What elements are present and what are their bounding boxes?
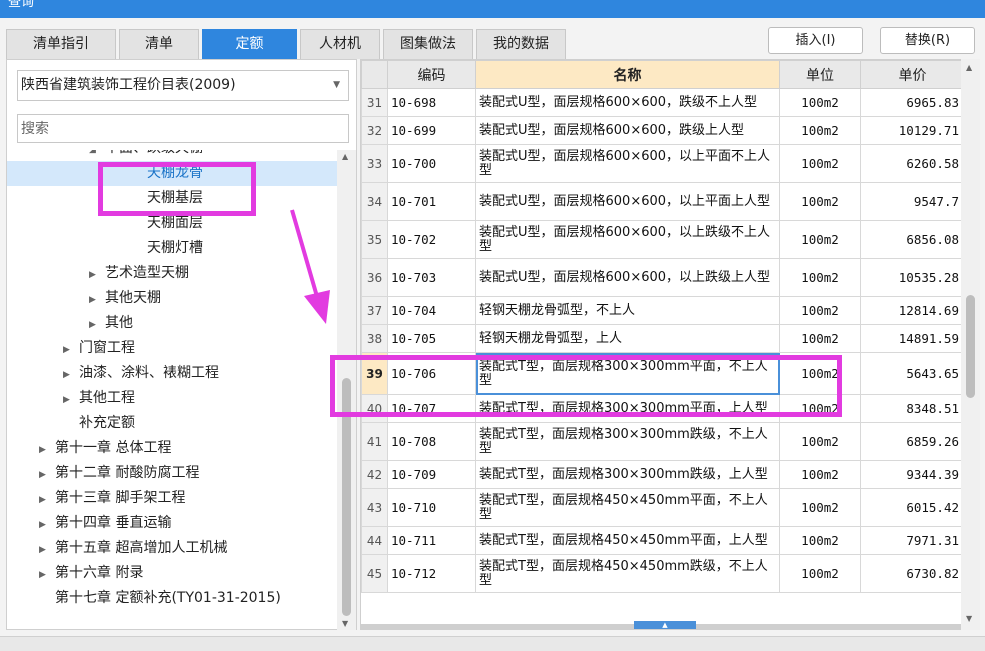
annotation-arrow-head bbox=[304, 290, 330, 324]
annotation-arrow-line bbox=[290, 209, 320, 301]
annotation-arrow bbox=[290, 209, 330, 324]
